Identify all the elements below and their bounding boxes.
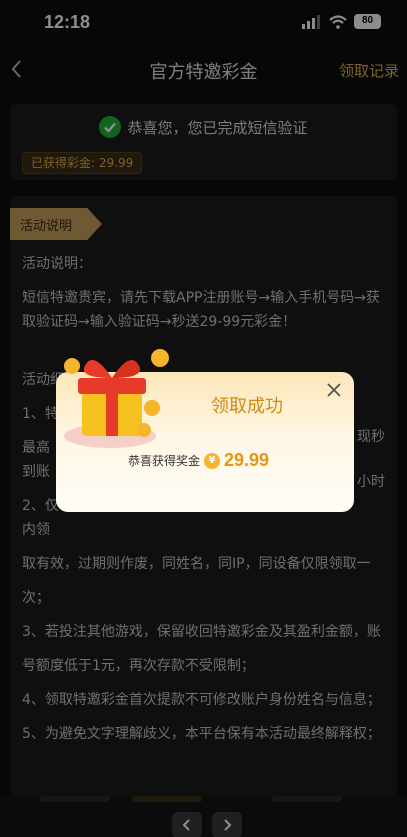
close-icon[interactable] [326,382,342,398]
coin-icon: ¥ [204,452,221,469]
popup-title: 领取成功 [211,396,283,417]
reward-amount: 29.99 [224,450,270,470]
gift-box-icon [64,349,169,448]
